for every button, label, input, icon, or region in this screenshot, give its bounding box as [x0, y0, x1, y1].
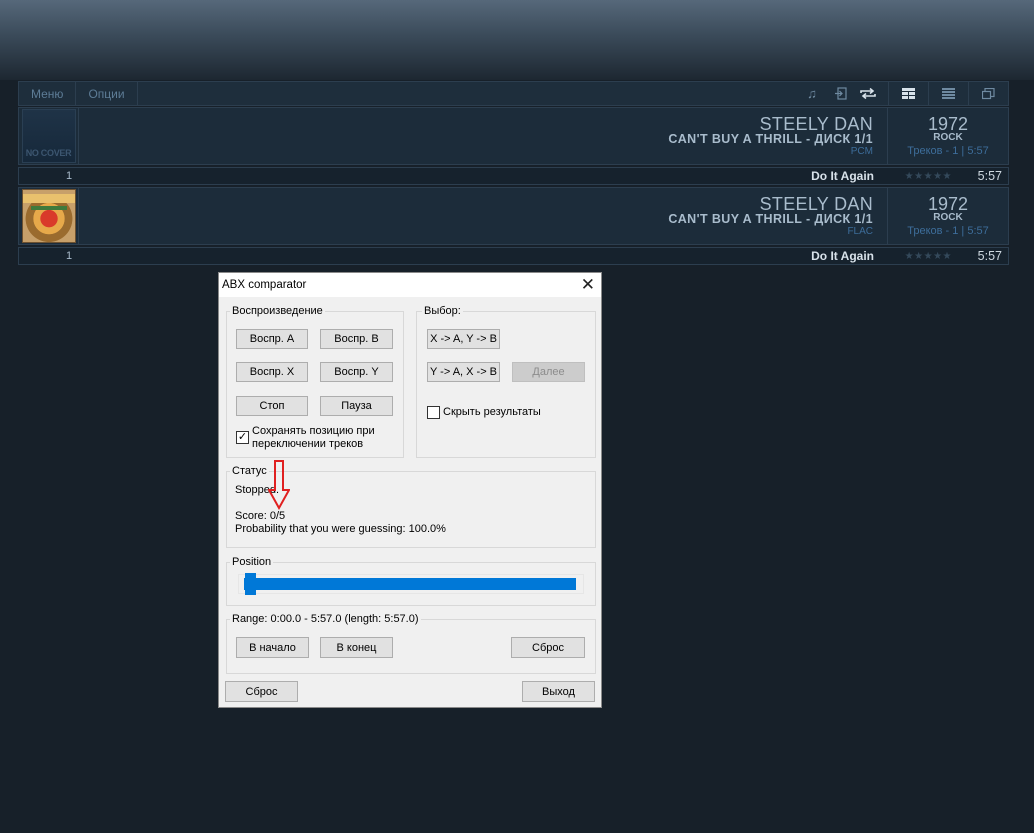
menu-item-options[interactable]: Опции: [76, 82, 138, 105]
track-row[interactable]: 1 Do It Again ★★★★★ 5:57: [18, 247, 1009, 265]
album-art-image: [21, 189, 76, 243]
status-group-label: Статус: [230, 465, 269, 477]
pause-button[interactable]: Пауза: [320, 396, 393, 416]
list-view-icon[interactable]: [928, 82, 968, 105]
audio-format: PCM: [850, 146, 873, 157]
artist-name: STEELY DAN: [759, 114, 873, 134]
toolbar-icons: ♫: [798, 82, 1008, 105]
music-note-icon[interactable]: ♫: [798, 86, 826, 101]
stop-button[interactable]: Стоп: [236, 396, 308, 416]
menu-bar: Меню Опции ♫: [18, 81, 1009, 106]
album-genre: ROCK: [933, 132, 963, 143]
dialog-titlebar: ABX comparator ✕: [219, 273, 601, 297]
window-icon[interactable]: [968, 82, 1008, 105]
no-cover-image: NO COVER: [21, 109, 76, 163]
album-meta: 1972 ROCK Треков - 1 | 5:57: [888, 188, 1008, 244]
position-slider-track[interactable]: [244, 578, 576, 590]
choice-group-label: Выбор:: [422, 305, 463, 317]
cover-box: [19, 188, 79, 244]
keep-position-label-line1: Сохранять позицию при: [252, 425, 375, 437]
play-x-button[interactable]: Воспр. X: [236, 362, 308, 382]
red-arrow-annotation: [268, 460, 290, 510]
close-icon[interactable]: ✕: [581, 275, 595, 295]
go-to-start-button[interactable]: В начало: [236, 637, 309, 658]
play-b-button[interactable]: Воспр. B: [320, 329, 393, 349]
album-year: 1972: [927, 194, 969, 214]
track-number: 1: [65, 170, 73, 182]
menu-item-menu[interactable]: Меню: [19, 82, 77, 105]
x-a-y-b-button[interactable]: X -> A, Y -> B: [427, 329, 500, 349]
position-slider-thumb[interactable]: [245, 573, 256, 595]
album-info: STEELY DAN CAN'T BUY A THRILL - ДИСК 1/1…: [79, 108, 888, 164]
track-duration: 5:57: [977, 169, 1002, 183]
play-a-button[interactable]: Воспр. A: [236, 329, 308, 349]
no-cover-label: NO COVER: [25, 148, 72, 158]
track-row[interactable]: 1 Do It Again ★★★★★ 5:57: [18, 167, 1009, 185]
playback-group-label: Воспроизведение: [230, 305, 325, 317]
album-genre: ROCK: [933, 212, 963, 223]
range-label: Range: 0:00.0 - 5:57.0 (length: 5:57.0): [230, 613, 421, 625]
dialog-title: ABX comparator: [222, 279, 307, 291]
rating-stars[interactable]: ★★★★★: [905, 171, 952, 182]
track-duration: 5:57: [977, 249, 1002, 263]
repeat-icon[interactable]: [854, 87, 882, 100]
media-player: Меню Опции ♫ NO COVER STEELY DAN CAN'T B…: [18, 81, 1009, 265]
album-meta: 1972 ROCK Треков - 1 | 5:57: [888, 108, 1008, 164]
probability-text: Probability that you were guessing: 100.…: [235, 523, 446, 535]
track-title: Do It Again: [811, 249, 874, 263]
exit-button[interactable]: Выход: [522, 681, 595, 702]
cover-box: NO COVER: [19, 108, 79, 164]
artist-name: STEELY DAN: [759, 194, 873, 214]
go-to-end-button[interactable]: В конец: [320, 637, 393, 658]
track-count: Треков - 1 | 5:57: [907, 145, 989, 157]
score-text: Score: 0/5: [235, 510, 286, 522]
track-title: Do It Again: [811, 169, 874, 183]
album-year: 1972: [927, 114, 969, 134]
rating-stars[interactable]: ★★★★★: [905, 251, 952, 262]
hide-results-checkbox[interactable]: [427, 406, 440, 419]
top-gradient: [0, 0, 1034, 80]
album-info: STEELY DAN CAN'T BUY A THRILL - ДИСК 1/1…: [79, 188, 888, 244]
track-number: 1: [65, 250, 73, 262]
next-button[interactable]: Далее: [512, 362, 585, 382]
audio-format: FLAC: [847, 226, 873, 237]
range-reset-button[interactable]: Сброс: [511, 637, 585, 658]
position-group-label: Position: [230, 556, 274, 568]
album-header[interactable]: STEELY DAN CAN'T BUY A THRILL - ДИСК 1/1…: [18, 187, 1009, 245]
album-title: CAN'T BUY A THRILL - ДИСК 1/1: [668, 212, 873, 226]
hide-results-label: Скрыть результаты: [443, 406, 541, 418]
reset-button[interactable]: Сброс: [225, 681, 298, 702]
play-y-button[interactable]: Воспр. Y: [320, 362, 393, 382]
y-a-x-b-button[interactable]: Y -> A, X -> B: [427, 362, 500, 382]
keep-position-checkbox[interactable]: ✓: [236, 431, 249, 444]
album-header[interactable]: NO COVER STEELY DAN CAN'T BUY A THRILL -…: [18, 107, 1009, 165]
import-icon[interactable]: [826, 87, 854, 100]
grid-view-icon[interactable]: [888, 82, 928, 105]
track-count: Треков - 1 | 5:57: [907, 225, 989, 237]
keep-position-label-line2: переключении треков: [252, 438, 364, 450]
album-title: CAN'T BUY A THRILL - ДИСК 1/1: [668, 132, 873, 146]
